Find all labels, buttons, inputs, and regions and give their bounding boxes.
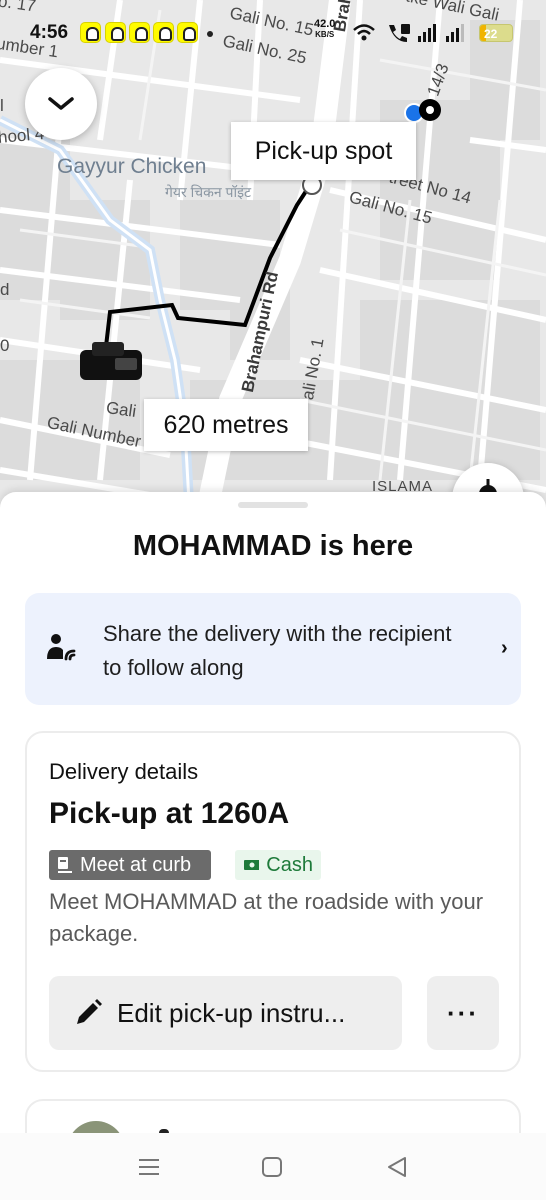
more-options-button[interactable]: ··· bbox=[427, 976, 499, 1050]
snapchat-icon bbox=[129, 22, 150, 43]
cash-label: Cash bbox=[266, 853, 313, 876]
edit-pickup-instructions-button[interactable]: Edit pick-up instru... bbox=[49, 976, 402, 1050]
cash-badge: Cash bbox=[235, 850, 321, 880]
back-icon bbox=[388, 1157, 406, 1177]
signal-icon bbox=[418, 24, 436, 42]
cash-icon bbox=[244, 860, 260, 870]
network-speed: 42.0 KB/S bbox=[314, 18, 336, 40]
street-label: Gali bbox=[104, 397, 138, 422]
meet-at-curb-label: Meet at curb bbox=[80, 853, 192, 876]
recent-apps-button[interactable] bbox=[134, 1153, 164, 1181]
wifi-icon bbox=[353, 24, 375, 41]
chevron-right-icon: › bbox=[501, 637, 508, 659]
back-button[interactable] bbox=[382, 1153, 412, 1181]
pickup-title: Pick-up at 1260A bbox=[49, 797, 290, 830]
share-delivery-card[interactable]: Share the delivery with the recipient to… bbox=[25, 593, 521, 705]
status-time: 4:56 bbox=[30, 22, 69, 43]
collapse-button[interactable] bbox=[25, 68, 97, 140]
curb-icon bbox=[58, 857, 72, 873]
signal-icon bbox=[446, 24, 464, 42]
network-speed-unit: KB/S bbox=[315, 30, 335, 39]
courier-car-icon bbox=[80, 342, 142, 380]
snapchat-icon bbox=[80, 22, 101, 43]
delivery-details-card: Delivery details Pick-up at 1260A Meet a… bbox=[25, 731, 521, 1072]
snapchat-icon bbox=[153, 22, 174, 43]
network-speed-value: 42.0 bbox=[314, 18, 336, 30]
street-label: 0 bbox=[0, 336, 10, 355]
battery-icon: 22 bbox=[479, 24, 513, 42]
pickup-spot-callout[interactable]: Pick-up spot bbox=[231, 122, 416, 180]
system-nav-bar bbox=[0, 1133, 546, 1200]
snapchat-icon bbox=[105, 22, 126, 43]
share-person-icon bbox=[47, 634, 76, 661]
street-label: d bbox=[0, 280, 10, 299]
street-label: l bbox=[0, 96, 4, 115]
home-icon bbox=[262, 1157, 282, 1177]
status-bar: 4:56 42.0 KB/S 22 bbox=[0, 0, 546, 64]
sheet-title: MOHAMMAD is here bbox=[132, 530, 414, 562]
share-delivery-text: Share the delivery with the recipient to… bbox=[103, 621, 452, 680]
edit-pickup-instructions-label: Edit pick-up instru... bbox=[117, 997, 346, 1028]
home-button[interactable] bbox=[257, 1153, 287, 1181]
chevron-down-icon bbox=[48, 97, 74, 110]
poi-name-hindi: गेयर चिकन पॉइंट bbox=[165, 184, 252, 200]
pencil-icon bbox=[77, 999, 102, 1024]
pickup-description: Meet MOHAMMAD at the roadside with your … bbox=[49, 889, 484, 946]
snapchat-icon bbox=[177, 22, 198, 43]
notification-dot-icon bbox=[207, 31, 213, 37]
distance-callout: 620 metres bbox=[144, 399, 308, 451]
sheet-grabber[interactable] bbox=[238, 502, 308, 508]
volte-call-icon bbox=[389, 24, 410, 42]
battery-level: 22 bbox=[484, 27, 498, 41]
poi-name[interactable]: Gayyur Chicken bbox=[57, 155, 206, 179]
map[interactable]: o. 17 umber 1 Gali No. 15 Gali No. 25 Br… bbox=[0, 0, 546, 520]
delivery-details-heading: Delivery details bbox=[49, 759, 199, 784]
meet-at-curb-badge: Meet at curb bbox=[49, 850, 211, 880]
bottom-sheet[interactable]: MOHAMMAD is here Share the delivery with… bbox=[0, 492, 546, 1200]
recent-apps-icon bbox=[139, 1159, 159, 1175]
